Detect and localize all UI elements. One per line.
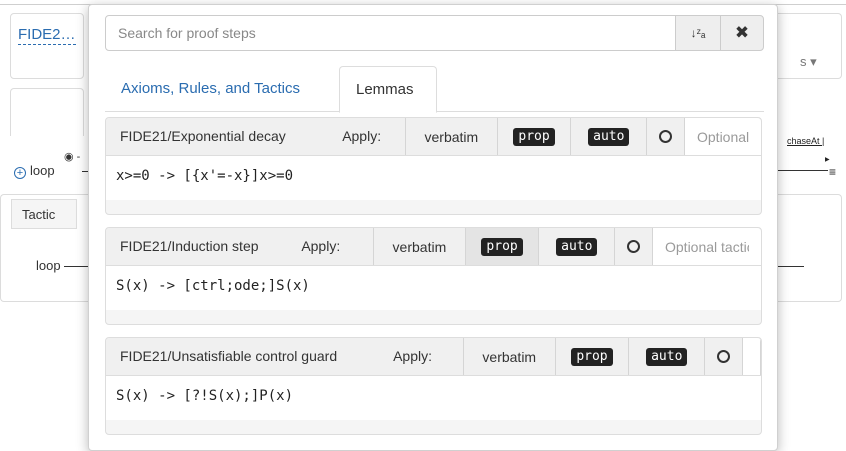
chase-at-link[interactable]: chaseAt |: [787, 136, 824, 146]
caret-right-icon: ▶: [825, 157, 830, 163]
lemma-formula: x>=0 -> [{x'=-x}]x>=0: [106, 156, 761, 200]
loop-line-left: [64, 266, 88, 267]
verbatim-button[interactable]: verbatim: [373, 228, 465, 265]
optional-tactic-input[interactable]: [652, 228, 761, 265]
optional-tactic-input[interactable]: [742, 338, 761, 375]
auto-badge: auto: [588, 127, 630, 146]
cursor-step-button[interactable]: [646, 118, 684, 155]
proof-panel-left: [10, 88, 84, 136]
prop-badge: prop: [571, 347, 613, 366]
circle-icon: [659, 130, 673, 143]
model-panel: [10, 13, 84, 79]
lemma-name: FIDE21/Unsatisfiable control guard: [120, 348, 338, 364]
eye-icon[interactable]: ◉ -: [64, 150, 80, 163]
lemma-card-header: FIDE21/Unsatisfiable control guard Apply…: [106, 338, 761, 376]
prop-badge: prop: [481, 237, 523, 256]
optional-tactic-input[interactable]: [684, 118, 761, 155]
sort-button[interactable]: ↓ᶻₐ: [675, 15, 721, 51]
auto-button[interactable]: auto: [538, 228, 615, 265]
search-input[interactable]: [105, 15, 676, 51]
lemma-card: FIDE21/Induction step Apply: verbatim pr…: [105, 227, 762, 325]
circle-icon: [717, 350, 731, 363]
apply-label: Apply:: [342, 128, 382, 144]
lemma-card: FIDE21/Unsatisfiable control guard Apply…: [105, 337, 762, 435]
tactic-panel-right: [778, 194, 842, 302]
apply-label: Apply:: [301, 238, 341, 254]
tree-line-right: [778, 170, 828, 171]
loop-tree-node[interactable]: + loop: [14, 163, 55, 179]
lemma-card-header: FIDE21/Exponential decay Apply: verbatim…: [106, 118, 761, 156]
auto-button[interactable]: auto: [628, 338, 705, 375]
lemma-formula: S(x) -> [ctrl;ode;]S(x): [106, 266, 761, 310]
sort-alpha-icon: ↓ᶻₐ: [690, 26, 706, 40]
auto-button[interactable]: auto: [570, 118, 647, 155]
lemma-formula: S(x) -> [?!S(x);]P(x): [106, 376, 761, 420]
loop-label: loop: [30, 163, 55, 178]
lemma-card: FIDE21/Exponential decay Apply: verbatim…: [105, 117, 762, 215]
auto-badge: auto: [646, 347, 688, 366]
close-button[interactable]: ✖: [720, 15, 764, 51]
tab-tactic[interactable]: Tactic: [11, 199, 77, 229]
model-title-link[interactable]: FIDE2…: [18, 26, 76, 45]
verbatim-label: verbatim: [482, 348, 537, 365]
step-tabs: Axioms, Rules, and Tactics Lemmas: [105, 66, 764, 113]
dropdown-fragment[interactable]: s ▾: [800, 54, 817, 70]
lemma-card-header: FIDE21/Induction step Apply: verbatim pr…: [106, 228, 761, 266]
prop-button[interactable]: prop: [464, 228, 539, 265]
lemma-name: FIDE21/Exponential decay: [120, 128, 286, 144]
close-icon: ✖: [734, 23, 750, 42]
hamburger-icon[interactable]: ≡: [829, 165, 836, 179]
auto-badge: auto: [556, 237, 598, 256]
prop-button[interactable]: prop: [496, 118, 571, 155]
verbatim-button[interactable]: verbatim: [405, 118, 497, 155]
expand-icon[interactable]: +: [14, 167, 26, 179]
loop-node-label: loop: [36, 258, 61, 273]
prop-button[interactable]: prop: [554, 338, 629, 375]
tab-lemmas[interactable]: Lemmas: [339, 66, 437, 113]
cursor-step-button[interactable]: [614, 228, 652, 265]
search-group: ↓ᶻₐ ✖: [105, 15, 764, 51]
prop-badge: prop: [513, 127, 555, 146]
verbatim-label: verbatim: [392, 238, 447, 255]
circle-icon: [627, 240, 641, 253]
loop-line-right: [778, 266, 804, 267]
lemma-name: FIDE21/Induction step: [120, 238, 259, 254]
cursor-step-button[interactable]: [704, 338, 742, 375]
tab-axioms-rules-tactics[interactable]: Axioms, Rules, and Tactics: [105, 66, 316, 112]
proof-steps-popover: ↓ᶻₐ ✖ Axioms, Rules, and Tactics Lemmas …: [88, 4, 778, 451]
apply-label: Apply:: [393, 348, 433, 364]
verbatim-label: verbatim: [424, 128, 479, 145]
verbatim-button[interactable]: verbatim: [462, 338, 555, 375]
